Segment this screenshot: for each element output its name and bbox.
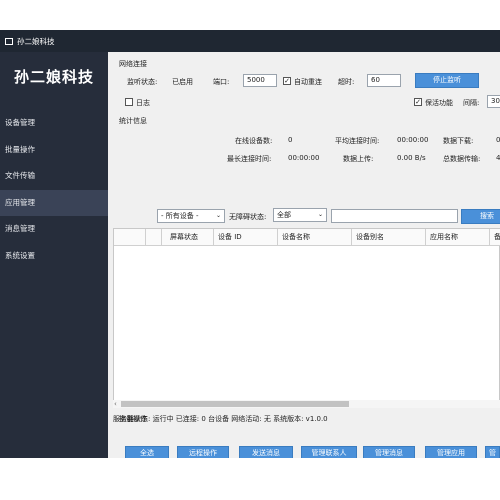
keepalive-label: 保活功能	[425, 99, 453, 107]
max-connection-time-label: 最长连接时间:	[227, 155, 272, 163]
total-transfer-value: 4	[496, 154, 500, 162]
sidebar-nav: 设备管理 批量操作 文件传输 应用管理 消息管理 系统设置	[0, 110, 108, 269]
device-table[interactable]: 屏幕状态 设备 ID 设备名称 设备别名 应用名称 备	[113, 228, 500, 408]
timeout-input[interactable]: 60	[367, 74, 401, 87]
max-connection-time-value: 00:00:00	[288, 154, 320, 162]
device-filter-select[interactable]: - 所有设备 - ⌄	[157, 209, 225, 223]
sidebar-item-batch-operations[interactable]: 批量操作	[0, 137, 108, 164]
manage-contacts-button[interactable]: 管理联系人	[301, 446, 357, 458]
sidebar-item-app-management[interactable]: 应用管理	[0, 189, 108, 216]
app-window: 孙二娘科技 孙二娘科技 设备管理 批量操作 文件传输 应用管理 消息管理 系统设…	[0, 30, 500, 458]
main-content: 网络连接 监听状态: 已启用 端口: 5000 ✓ 自动重连 超时: 60 停止…	[113, 52, 500, 458]
total-transfer-label: 总数据传输:	[443, 155, 481, 163]
title-bar[interactable]: 孙二娘科技	[0, 30, 500, 52]
column-header-app-name[interactable]: 应用名称	[426, 229, 490, 245]
listen-status-label: 监听状态:	[127, 78, 158, 86]
scroll-left-icon[interactable]: ‹	[114, 400, 117, 408]
log-checkbox[interactable]	[125, 98, 133, 106]
column-header-screen-status[interactable]: 屏幕状态	[162, 229, 214, 245]
horizontal-scrollbar[interactable]: ‹	[113, 400, 500, 408]
data-download-label: 数据下载:	[443, 137, 474, 145]
data-upload-label: 数据上传:	[343, 155, 374, 163]
remote-operation-button[interactable]: 远程操作	[177, 446, 229, 458]
search-input[interactable]	[331, 209, 458, 223]
search-button[interactable]: 搜索	[461, 209, 500, 224]
stop-listening-button[interactable]: 停止监听	[415, 73, 479, 88]
data-upload-value: 0.00 B/s	[397, 154, 426, 162]
device-filter-value: - 所有设备 -	[161, 212, 199, 220]
scrollbar-thumb[interactable]	[121, 401, 349, 407]
online-devices-value: 0	[288, 136, 293, 144]
brand-title: 孙二娘科技	[13, 68, 94, 86]
sidebar-item-system-settings[interactable]: 系统设置	[0, 243, 108, 270]
interval-label: 间隔:	[463, 99, 480, 107]
manage-apps-button[interactable]: 管理应用	[425, 446, 477, 458]
listen-status-value: 已启用	[172, 78, 193, 86]
check-icon: ✓	[415, 98, 421, 106]
column-header-device-id[interactable]: 设备 ID	[214, 229, 278, 245]
manage-messages-button[interactable]: 管理消息	[363, 446, 415, 458]
data-download-value: 0	[496, 136, 500, 144]
keepalive-checkbox[interactable]: ✓	[414, 98, 422, 106]
window-title: 孙二娘科技	[17, 36, 55, 46]
auto-reconnect-checkbox[interactable]: ✓	[283, 77, 291, 85]
column-header-select[interactable]	[146, 229, 162, 245]
send-message-button[interactable]: 发送消息	[239, 446, 293, 458]
port-label: 端口:	[213, 78, 230, 86]
port-input[interactable]: 5000	[243, 74, 277, 87]
interval-input[interactable]: 30	[487, 95, 500, 108]
sidebar: 孙二娘科技 设备管理 批量操作 文件传输 应用管理 消息管理 系统设置	[0, 52, 108, 458]
barrier-status-value: 全部	[277, 211, 291, 219]
avg-connection-time-value: 00:00:00	[397, 136, 429, 144]
status-bar: 服务器状态: 运行中 已连接: 0 台设备 网络活动: 无 系统版本: v1.0…	[113, 415, 328, 423]
table-header: 屏幕状态 设备 ID 设备名称 设备别名 应用名称 备	[114, 229, 500, 246]
select-all-button[interactable]: 全选	[125, 446, 169, 458]
sidebar-item-file-transfer[interactable]: 文件传输	[0, 163, 108, 190]
column-header-remark[interactable]: 备	[490, 229, 500, 245]
barrier-status-select[interactable]: 全部 ⌄	[273, 208, 327, 222]
sidebar-item-device-management[interactable]: 设备管理	[0, 110, 108, 137]
network-section-title: 网络连接	[119, 60, 147, 68]
check-icon: ✓	[284, 77, 290, 85]
chevron-down-icon: ⌄	[317, 211, 323, 218]
stats-section-title: 统计信息	[119, 117, 147, 125]
auto-reconnect-label: 自动重连	[294, 78, 322, 86]
manage-more-button[interactable]: 管	[485, 446, 500, 458]
timeout-label: 超时:	[338, 78, 355, 86]
avg-connection-time-label: 平均连接时间:	[335, 137, 380, 145]
sidebar-item-message-management[interactable]: 消息管理	[0, 216, 108, 243]
chevron-down-icon: ⌄	[215, 212, 221, 219]
column-header-device-name[interactable]: 设备名称	[278, 229, 352, 245]
log-label: 日志	[136, 99, 150, 107]
column-header-blank[interactable]	[114, 229, 146, 245]
online-devices-label: 在线设备数:	[235, 137, 273, 145]
barrier-status-label: 无障碍状态:	[229, 213, 267, 221]
app-icon	[5, 37, 13, 45]
column-header-device-alias[interactable]: 设备别名	[352, 229, 426, 245]
